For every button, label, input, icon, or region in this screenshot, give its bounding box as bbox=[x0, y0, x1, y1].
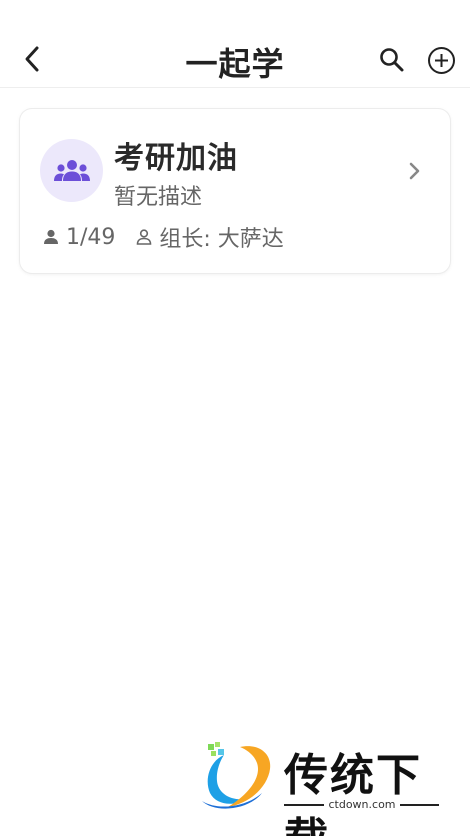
member-count-label: 1/49 bbox=[66, 224, 116, 250]
group-name: 考研加油 bbox=[114, 141, 238, 176]
member-count: 1/49 bbox=[42, 225, 115, 250]
watermark-line-right bbox=[400, 804, 439, 806]
group-people-icon bbox=[53, 159, 90, 181]
watermark-line-left bbox=[284, 804, 324, 806]
watermark-logo-icon bbox=[202, 742, 271, 809]
group-description: 暂无描述 bbox=[114, 185, 203, 210]
watermark-subtitle: ctdown.com bbox=[328, 798, 396, 811]
group-card[interactable]: 考研加油 暂无描述 1/49 组长: 大萨达 bbox=[20, 109, 450, 273]
search-icon[interactable] bbox=[378, 46, 406, 74]
app-header: 一起学 bbox=[0, 0, 470, 88]
group-leader: 组长: 大萨达 bbox=[135, 221, 284, 253]
person-outline-icon bbox=[137, 229, 152, 245]
watermark: 传统下载 ctdown.com bbox=[200, 741, 450, 836]
page: 一起学 考研加油 暂无描述 1/49 组长: 大萨达 传统下 ctdown.co… bbox=[0, 0, 470, 836]
watermark-title: 传统下载 bbox=[284, 750, 422, 836]
group-leader-label: 组长: 大萨达 bbox=[159, 227, 284, 252]
group-meta: 1/49 组长: 大萨达 bbox=[42, 221, 284, 253]
chevron-right-icon bbox=[409, 162, 420, 180]
person-icon bbox=[44, 229, 58, 244]
add-group-button[interactable] bbox=[427, 46, 456, 75]
group-avatar bbox=[40, 139, 103, 202]
